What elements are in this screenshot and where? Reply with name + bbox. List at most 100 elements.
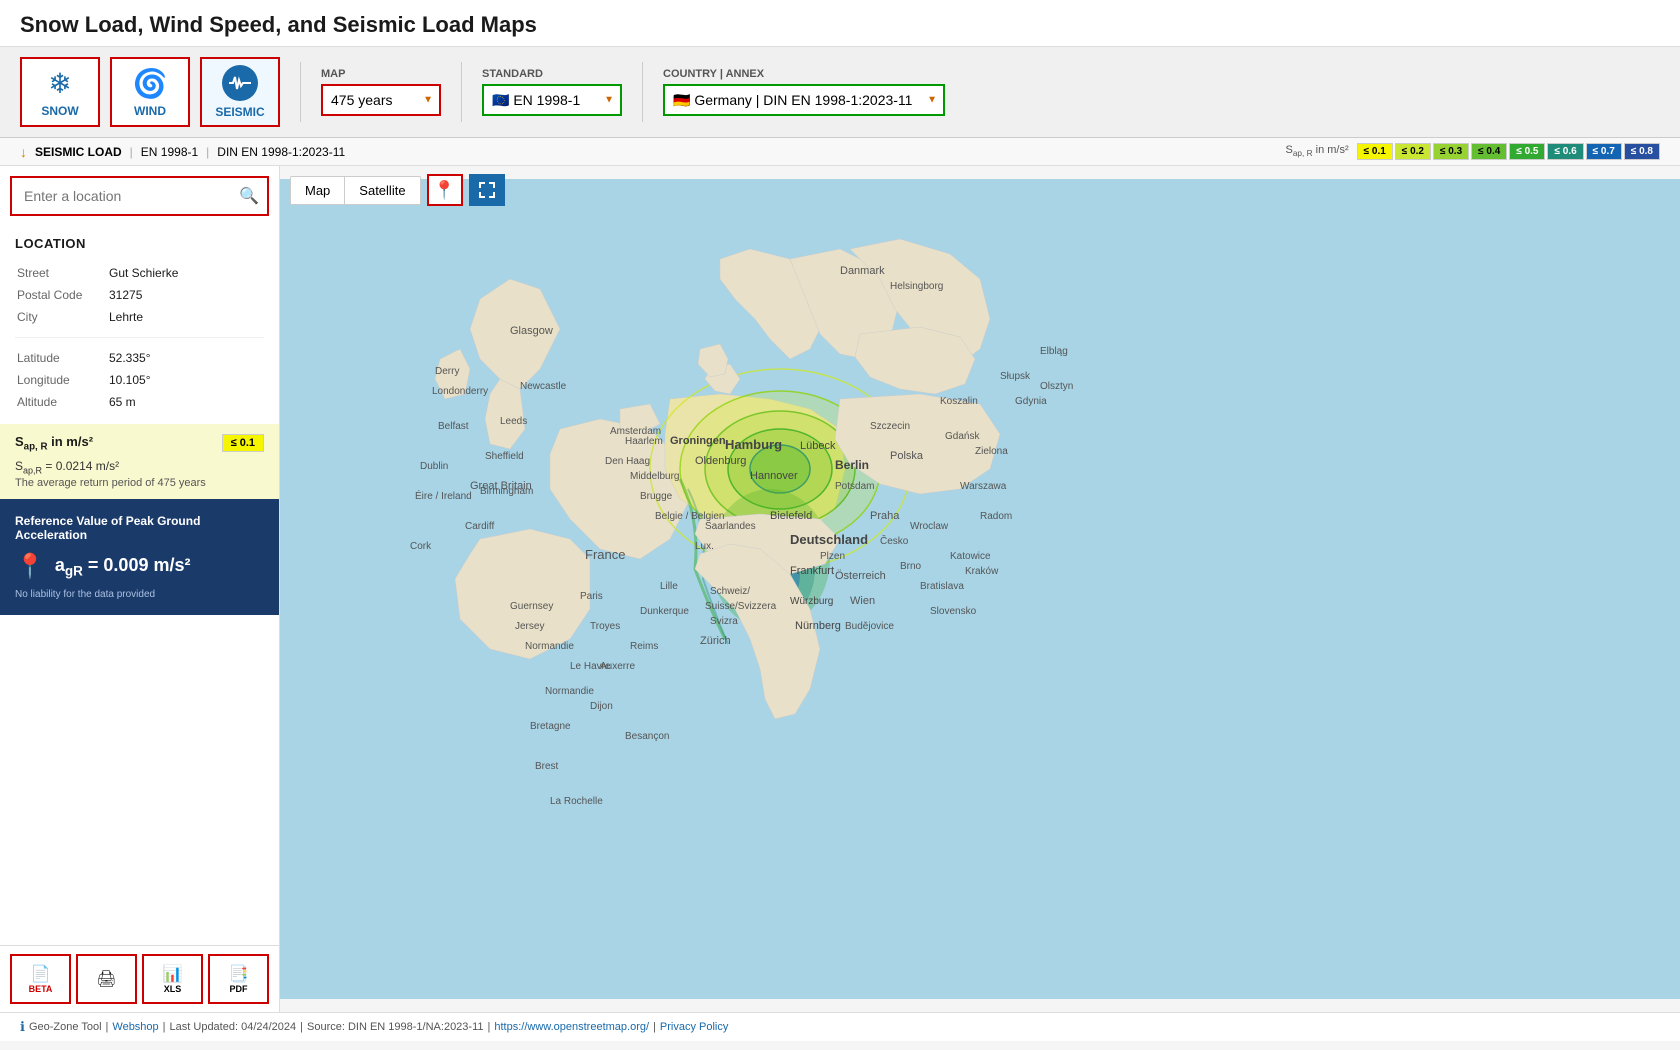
legend-item-02: ≤ 0.2 (1395, 143, 1431, 160)
sap-header: Sap, R in m/s² ≤ 0.1 (15, 434, 264, 453)
peak-ground-section: Reference Value of Peak Ground Accelerat… (0, 499, 279, 615)
svg-text:Elbląg: Elbląg (1040, 346, 1068, 357)
svg-text:Troyes: Troyes (590, 621, 620, 632)
snow-button[interactable]: ❄ SNOW (20, 57, 100, 127)
footer-last-updated: Last Updated: 04/24/2024 (170, 1021, 297, 1033)
svg-text:Suisse/Svizzera: Suisse/Svizzera (705, 601, 777, 612)
svg-text:France: France (585, 547, 625, 562)
footer-sep-2: | (163, 1021, 166, 1033)
map-svg: Glasgow Newcastle Leeds Sheffield Birmin… (280, 166, 1680, 1012)
location-section: LOCATION Street Gut Schierke Postal Code… (0, 226, 279, 424)
svg-text:Zielona: Zielona (975, 446, 1008, 457)
svg-text:Gdynia: Gdynia (1015, 396, 1047, 407)
legend-item-03: ≤ 0.3 (1433, 143, 1469, 160)
snow-label: SNOW (41, 104, 78, 118)
svg-text:Lübeck: Lübeck (800, 440, 836, 452)
country-select[interactable]: 🇩🇪 Germany | DIN EN 1998-1:2023-11 (663, 84, 945, 116)
svg-text:Haarlem: Haarlem (625, 436, 663, 447)
search-box: 🔍 (10, 176, 269, 216)
footer-sep-5: | (653, 1021, 656, 1033)
svg-text:Gdańsk: Gdańsk (945, 431, 980, 442)
svg-text:Deutschland: Deutschland (790, 532, 868, 547)
svg-text:Katowice: Katowice (950, 551, 991, 562)
svg-text:Budějovice: Budějovice (845, 621, 894, 632)
status-arrow-icon: ↓ (20, 144, 27, 160)
fullscreen-button[interactable] (469, 174, 505, 206)
xls-label: XLS (164, 984, 182, 994)
snow-icon: ❄ (48, 67, 71, 100)
map-dropdown-group: MAP 475 years 95 years 1300 years 2475 y… (321, 68, 441, 116)
standard-select-wrapper: 🇪🇺 EN 1998-1 (482, 84, 622, 116)
standard-dropdown-group: STANDARD 🇪🇺 EN 1998-1 (482, 68, 622, 116)
field-value-street: Gut Schierke (109, 263, 262, 283)
location-coords-table: Latitude 52.335° Longitude 10.105° Altit… (15, 346, 264, 414)
location-row-postal: Postal Code 31275 (17, 285, 262, 305)
footer-sep-4: | (488, 1021, 491, 1033)
peak-ground-title: Reference Value of Peak Ground Accelerat… (15, 514, 264, 542)
svg-text:Normandie: Normandie (525, 641, 574, 652)
svg-text:Koszalin: Koszalin (940, 396, 978, 407)
footer-sep-3: | (300, 1021, 303, 1033)
field-name-street: Street (17, 263, 107, 283)
svg-text:Würzburg: Würzburg (790, 596, 833, 607)
toolbar-separator-1 (300, 62, 301, 122)
map-tab-satellite[interactable]: Satellite (345, 177, 419, 204)
status-standard: EN 1998-1 (141, 145, 198, 159)
map-type-buttons: ❄ SNOW 🌀 WIND SEISMIC (20, 57, 280, 127)
location-row-lon: Longitude 10.105° (17, 370, 262, 390)
svg-text:Groningen: Groningen (670, 435, 726, 447)
report-button[interactable]: 📄 BETA (10, 954, 71, 1004)
svg-text:Helsingborg Region Sydda: Helsingborg Region Syddanmark Odense Yst… (890, 281, 943, 292)
svg-text:Svizra: Svizra (710, 616, 738, 627)
footer-source: Source: DIN EN 1998-1/NA:2023-11 (307, 1021, 484, 1033)
agr-formula: agR = 0.009 m/s² (55, 555, 191, 579)
legend-item-08: ≤ 0.8 (1624, 143, 1660, 160)
search-input[interactable] (10, 176, 269, 216)
footer-sep-1: | (106, 1021, 109, 1033)
svg-text:Jersey: Jersey (515, 621, 544, 632)
footer-privacy[interactable]: Privacy Policy (660, 1021, 728, 1033)
report-label: BETA (29, 984, 53, 994)
legend-item-05: ≤ 0.5 (1509, 143, 1545, 160)
svg-text:Dijon: Dijon (590, 701, 613, 712)
svg-text:Éire / Ireland: Éire / Ireland (415, 489, 472, 502)
svg-text:Warszawa: Warszawa (960, 481, 1007, 492)
svg-text:Hamburg: Hamburg (725, 437, 782, 452)
svg-text:Nürnberg: Nürnberg (795, 620, 841, 632)
map-area[interactable]: Map Satellite 📍 (280, 166, 1680, 1012)
seismic-button[interactable]: SEISMIC (200, 57, 280, 127)
location-row-street: Street Gut Schierke (17, 263, 262, 283)
svg-text:Normandie: Normandie (545, 686, 594, 697)
print-button[interactable]: 🖨 (76, 954, 137, 1004)
svg-text:Wroclaw: Wroclaw (910, 521, 949, 532)
location-row-alt: Altitude 65 m (17, 392, 262, 412)
svg-text:Lille: Lille (660, 581, 678, 592)
svg-text:Slovensko: Slovensko (930, 606, 977, 617)
standard-select[interactable]: 🇪🇺 EN 1998-1 (482, 84, 622, 116)
location-row-lat: Latitude 52.335° (17, 348, 262, 368)
field-name-city: City (17, 307, 107, 327)
field-name-postal: Postal Code (17, 285, 107, 305)
footer-osm-link[interactable]: https://www.openstreetmap.org/ (494, 1021, 649, 1033)
svg-text:Hannover: Hannover (750, 470, 798, 482)
map-tab-map[interactable]: Map (291, 177, 345, 204)
map-select[interactable]: 475 years 95 years 1300 years 2475 years (321, 84, 441, 116)
pdf-icon: 📑 (229, 964, 249, 984)
footer-webshop[interactable]: Webshop (112, 1021, 158, 1033)
svg-text:Kraków: Kraków (965, 566, 999, 577)
svg-text:Glasgow: Glasgow (510, 325, 553, 337)
map-tabs: Map Satellite (290, 176, 421, 205)
svg-text:Newcastle: Newcastle (520, 381, 567, 392)
field-value-lat: 52.335° (109, 348, 262, 368)
status-separator-2: | (206, 145, 209, 159)
google-maps-button[interactable]: 📍 (427, 174, 463, 206)
wind-button[interactable]: 🌀 WIND (110, 57, 190, 127)
location-table: Street Gut Schierke Postal Code 31275 Ci… (15, 261, 264, 329)
svg-text:Radom: Radom (980, 511, 1012, 522)
footer-geo-zone: Geo-Zone Tool (29, 1021, 102, 1033)
svg-text:Olsztyn: Olsztyn (1040, 381, 1073, 392)
xls-button[interactable]: 📊 XLS (142, 954, 203, 1004)
svg-text:Schweiz/: Schweiz/ (710, 586, 750, 597)
svg-text:Plzen: Plzen (820, 551, 845, 562)
pdf-button[interactable]: 📑 PDF (208, 954, 269, 1004)
